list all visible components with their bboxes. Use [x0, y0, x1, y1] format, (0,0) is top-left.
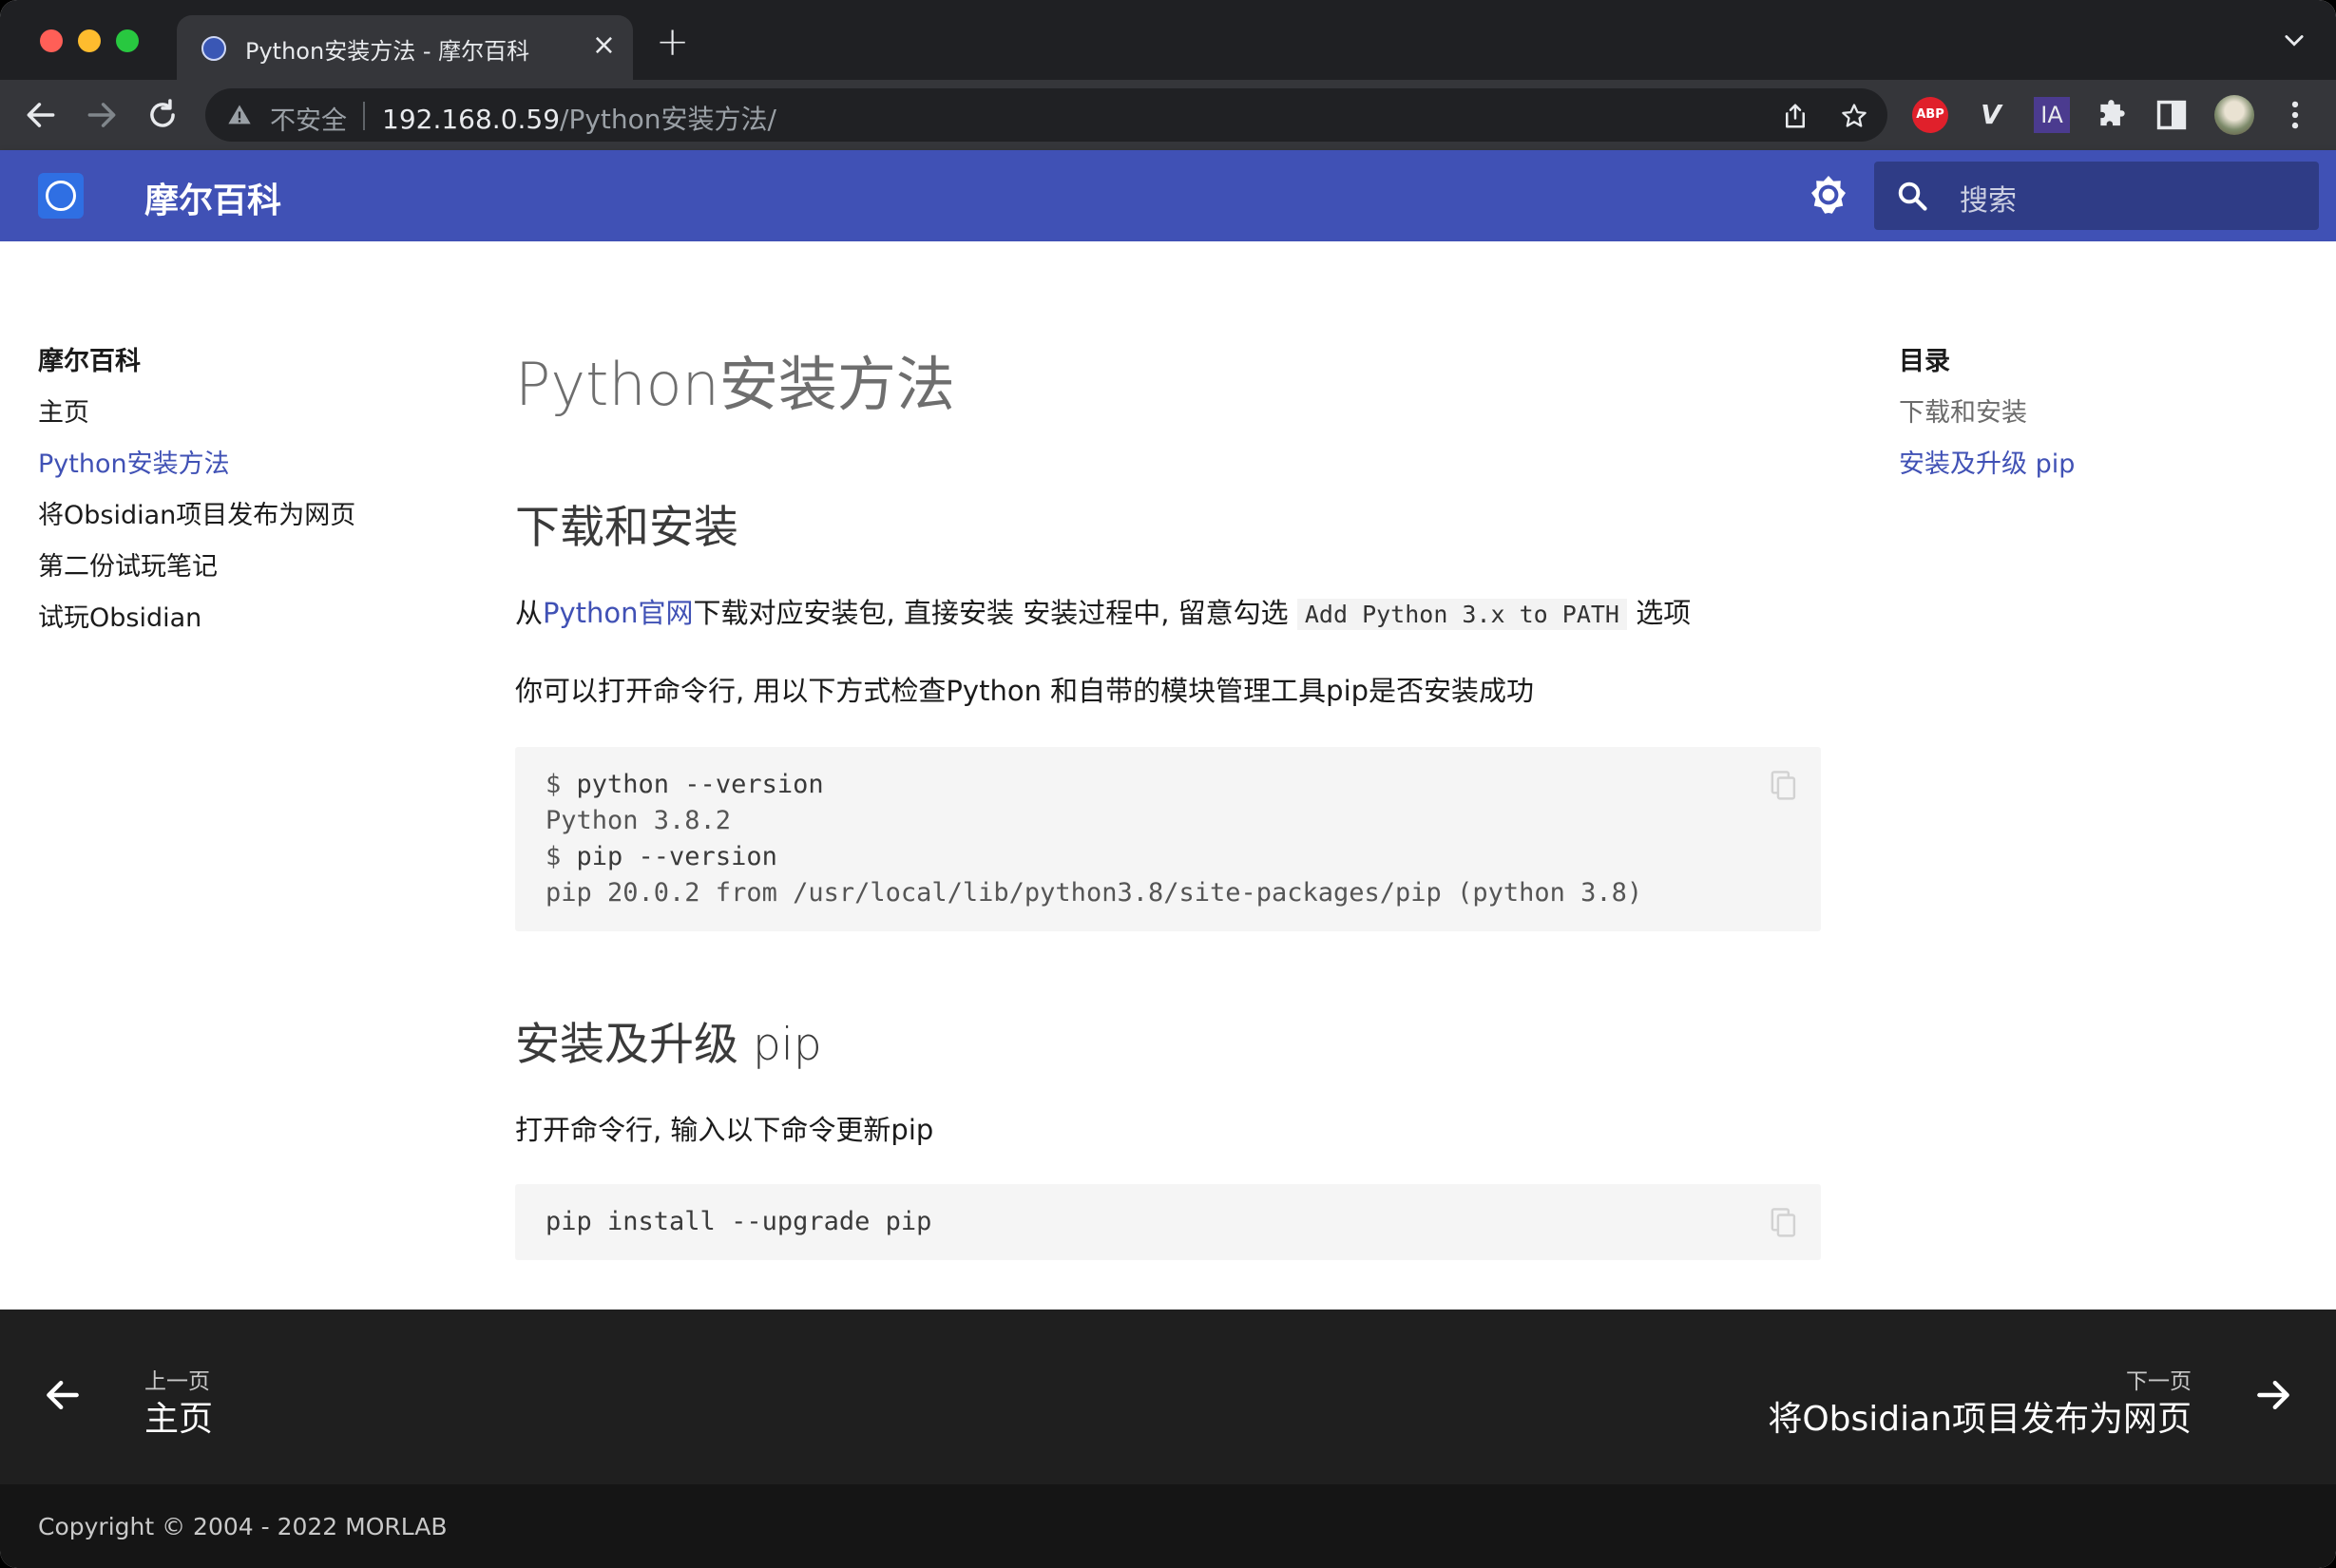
search-input[interactable]: 搜索 [1874, 162, 2319, 230]
inline-code-path: Add Python 3.x to PATH [1296, 599, 1627, 630]
address-bar[interactable]: 不安全 192.168.0.59/Python安装方法/ [205, 88, 1887, 142]
python-official-link[interactable]: Python官网 [543, 597, 694, 629]
morlab-logo[interactable] [38, 173, 84, 219]
bookmark-star-icon[interactable] [1840, 102, 1868, 130]
toc-title: 目录 [1899, 347, 1950, 376]
ia-extension-icon[interactable]: IA [2034, 97, 2070, 133]
section-heading-download: 下载和安装 [515, 502, 738, 554]
code-line: Python 3.8.2 [546, 806, 732, 835]
code-line: pip install --upgrade pip [546, 1207, 932, 1236]
sidebar-title: 摩尔百科 [38, 347, 141, 376]
prev-page-link[interactable]: 主页 [144, 1391, 213, 1441]
tab-title: Python安装方法 - 摩尔百科 [245, 38, 530, 65]
browser-window: Python安装方法 - 摩尔百科 × + 不安全 192.168.0.59/P… [0, 0, 2336, 1568]
site-favicon-icon [201, 36, 226, 61]
url-host: 192.168.0.59 [382, 104, 561, 135]
warning-triangle-icon[interactable] [226, 102, 253, 128]
paragraph-pip: 打开命令行, 输入以下命令更新pip [515, 1114, 934, 1146]
tab-strip: Python安装方法 - 摩尔百科 × + [0, 0, 2336, 80]
adblock-extension-icon[interactable]: ABP [1912, 97, 1948, 133]
side-panel-icon[interactable] [2154, 97, 2190, 133]
sidebar-item-second-note[interactable]: 第二份试玩笔记 [38, 545, 218, 583]
sidebar-item-try-obsidian[interactable]: 试玩Obsidian [38, 597, 201, 634]
url-path: /Python安装方法/ [560, 104, 776, 135]
next-page-label: 下一页 [2126, 1369, 2192, 1394]
arrow-left-icon[interactable] [42, 1374, 84, 1416]
code-line: $ python --version [546, 770, 824, 799]
browser-menu-icon[interactable] [2277, 97, 2313, 133]
paragraph-check: 你可以打开命令行, 用以下方式检查Python 和自带的模块管理工具pip是否安… [515, 675, 1535, 707]
paragraph-download: 从Python官网下载对应安装包, 直接安装 安装过程中, 留意勾选 Add P… [515, 591, 1691, 631]
forward-arrow-icon[interactable] [84, 97, 120, 133]
sidebar-item-home[interactable]: 主页 [38, 392, 89, 429]
maximize-window-button[interactable] [116, 29, 139, 52]
para-text: 选项 [1636, 597, 1692, 629]
copyright-text: Copyright © 2004 - 2022 MORLAB [38, 1513, 448, 1540]
reload-icon[interactable] [144, 97, 181, 133]
tab-search-chevron-icon[interactable] [2281, 27, 2307, 53]
video-downloader-extension-icon[interactable]: V [1973, 97, 2009, 133]
code-block-pip-upgrade: pip install --upgrade pip [515, 1184, 1821, 1260]
code-block-version-check: $ python --version Python 3.8.2 $ pip --… [515, 747, 1821, 931]
theme-toggle-icon[interactable] [1806, 173, 1851, 219]
search-placeholder: 搜索 [1960, 184, 2017, 218]
tab-close-icon[interactable]: × [592, 29, 616, 63]
url-text[interactable]: 192.168.0.59/Python安装方法/ [382, 99, 776, 137]
code-line: pip 20.0.2 from /usr/local/lib/python3.8… [546, 878, 1643, 908]
arrow-right-icon[interactable] [2252, 1374, 2294, 1416]
para-text: 下载对应安装包, 直接安装 安装过程中, 留意勾选 [693, 597, 1289, 629]
browser-tab-active[interactable]: Python安装方法 - 摩尔百科 × [177, 15, 633, 80]
copy-icon[interactable] [1770, 1207, 1798, 1239]
sidebar-item-obsidian-publish[interactable]: 将Obsidian项目发布为网页 [38, 494, 355, 531]
address-separator [363, 102, 365, 130]
site-header: 摩尔百科 搜索 [0, 150, 2336, 241]
page-title: Python安装方法 [515, 350, 955, 419]
site-title[interactable]: 摩尔百科 [144, 173, 281, 222]
copy-icon[interactable] [1770, 770, 1798, 802]
toc-item-pip[interactable]: 安装及升级 pip [1899, 443, 2075, 480]
sidebar-item-python-install[interactable]: Python安装方法 [38, 443, 230, 480]
browser-toolbar: 不安全 192.168.0.59/Python安装方法/ ABP V IA [0, 80, 2336, 150]
profile-avatar[interactable] [2214, 95, 2254, 135]
para-text: 从 [515, 597, 544, 629]
back-arrow-icon[interactable] [23, 97, 59, 133]
logo-circle-icon [46, 181, 76, 211]
footer-meta: Copyright © 2004 - 2022 MORLAB [0, 1484, 2336, 1568]
minimize-window-button[interactable] [78, 29, 101, 52]
main-content: 摩尔百科 主页 Python安装方法 将Obsidian项目发布为网页 第二份试… [0, 241, 2336, 1310]
close-window-button[interactable] [40, 29, 63, 52]
search-icon [1898, 182, 1927, 211]
next-page-link[interactable]: 将Obsidian项目发布为网页 [1768, 1391, 2192, 1441]
extensions-puzzle-icon[interactable] [2095, 97, 2131, 133]
toc-item-download[interactable]: 下载和安装 [1899, 392, 2027, 429]
share-icon[interactable] [1781, 102, 1809, 130]
code-line: $ pip --version [546, 842, 777, 871]
not-secure-label[interactable]: 不安全 [270, 100, 347, 137]
new-tab-button[interactable]: + [656, 21, 689, 63]
section-heading-pip: 安装及升级 pip [515, 1019, 822, 1071]
prev-page-label: 上一页 [144, 1369, 210, 1394]
footer-pagination: 上一页 主页 下一页 将Obsidian项目发布为网页 [0, 1310, 2336, 1484]
